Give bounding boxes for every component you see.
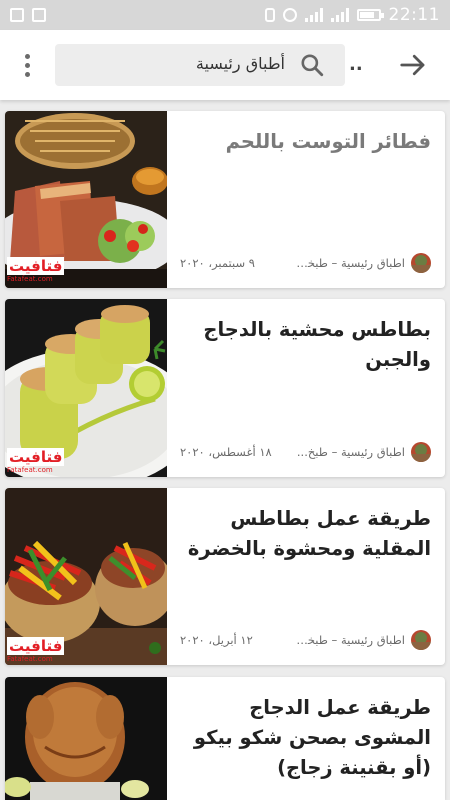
article-thumbnail[interactable]: فتافيت Fatafeat.com — [5, 111, 167, 288]
roast-chicken-image — [5, 677, 167, 800]
overflow-label: .. — [349, 54, 363, 75]
search-query[interactable]: أطباق رئيسية — [196, 54, 285, 73]
vibrate-icon — [264, 8, 275, 22]
battery-icon — [356, 9, 384, 21]
arrow-forward-icon[interactable] — [398, 50, 428, 80]
article-thumbnail[interactable] — [5, 677, 167, 800]
alarm-icon — [282, 8, 297, 22]
article-title[interactable]: فطائر التوست باللحم — [180, 127, 431, 157]
article-title[interactable]: طريقة عمل الدجاج المشوى بصحن شكو بيكو (أ… — [180, 693, 431, 783]
watermark-logo: فتافيت Fatafeat.com — [7, 637, 65, 663]
article-categories: اطباق رئيسية – طبخة لذ... — [295, 633, 405, 647]
article-date: ٩ سبتمبر، ٢٠٢٠ — [180, 256, 255, 270]
article-categories: اطباق رئيسية – طبخ... — [296, 445, 405, 459]
article-categories: اطباق رئيسية – طبخة ل... — [295, 256, 405, 270]
qr-notification-icon — [32, 8, 46, 22]
article-meta: اطباق رئيسية – طبخة لذ... ١٢ أبريل، ٢٠٢٠ — [180, 629, 431, 651]
article-date: ١٨ أغسطس، ٢٠٢٠ — [180, 445, 272, 459]
app-bar: أطباق رئيسية .. — [0, 30, 450, 100]
article-title[interactable]: طريقة عمل بطاطس المقلية ومحشوة بالخضرة — [180, 504, 431, 564]
author-avatar — [411, 442, 431, 462]
watermark-logo: فتافيت Fatafeat.com — [7, 448, 65, 474]
status-time: 22:11 — [388, 5, 440, 25]
article-date: ١٢ أبريل، ٢٠٢٠ — [180, 633, 253, 647]
article-card[interactable]: فتافيت Fatafeat.com طريقة عمل بطاطس المق… — [5, 488, 445, 665]
signal-2-icon — [330, 8, 349, 22]
image-notification-icon — [10, 8, 24, 22]
article-meta: اطباق رئيسية – طبخ... ١٨ أغسطس، ٢٠٢٠ — [180, 441, 431, 463]
watermark-logo: فتافيت Fatafeat.com — [7, 257, 65, 283]
signal-icon — [304, 8, 323, 22]
more-vert-icon[interactable] — [14, 52, 40, 78]
search-box[interactable]: أطباق رئيسية — [55, 44, 345, 86]
status-bar: 22:11 — [0, 0, 450, 30]
article-thumbnail[interactable]: فتافيت Fatafeat.com — [5, 299, 167, 477]
article-thumbnail[interactable]: فتافيت Fatafeat.com — [5, 488, 167, 665]
article-card[interactable]: طريقة عمل الدجاج المشوى بصحن شكو بيكو (أ… — [5, 677, 445, 800]
author-avatar — [411, 253, 431, 273]
search-icon[interactable] — [299, 52, 325, 78]
article-title[interactable]: بطاطس محشية بالدجاج والجبن — [180, 315, 431, 375]
article-card[interactable]: فتافيت Fatafeat.com فطائر التوست باللحم … — [5, 111, 445, 288]
article-card[interactable]: فتافيت Fatafeat.com بطاطس محشية بالدجاج … — [5, 299, 445, 477]
article-meta: اطباق رئيسية – طبخة ل... ٩ سبتمبر، ٢٠٢٠ — [180, 252, 431, 274]
author-avatar — [411, 630, 431, 650]
